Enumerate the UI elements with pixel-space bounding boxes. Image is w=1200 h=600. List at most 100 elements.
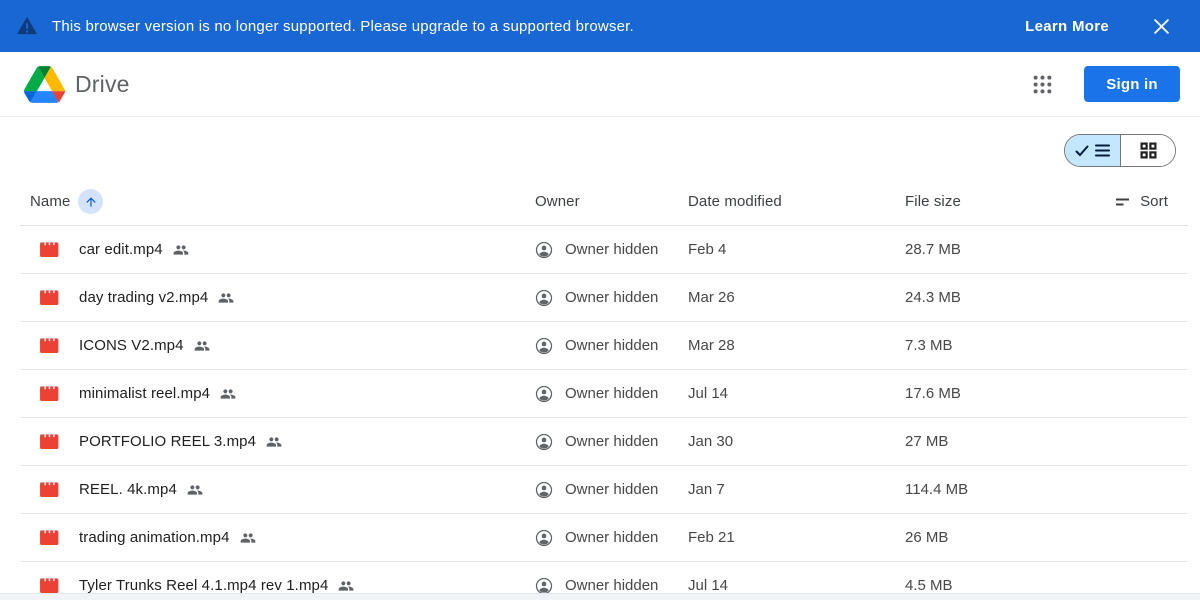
apps-grid-icon — [1033, 75, 1052, 94]
app-title: Drive — [75, 70, 130, 97]
file-row[interactable]: minimalist reel.mp4 Owner hidden Jul 14 … — [20, 370, 1188, 418]
file-name-cell: PORTFOLIO REEL 3.mp4 — [20, 433, 535, 450]
file-name: REEL. 4k.mp4 — [79, 481, 177, 498]
file-name: day trading v2.mp4 — [79, 289, 209, 306]
file-size-cell: 17.6 MB — [905, 385, 961, 402]
shared-people-icon — [218, 290, 234, 306]
owner-cell: Owner hidden — [535, 337, 688, 355]
video-file-icon — [40, 241, 59, 258]
shared-people-icon — [194, 338, 210, 354]
grid-view-icon — [1140, 142, 1157, 159]
column-header-owner: Owner — [535, 193, 688, 211]
owner-cell: Owner hidden — [535, 529, 688, 547]
file-name-cell: day trading v2.mp4 — [20, 289, 535, 306]
file-name: car edit.mp4 — [79, 241, 163, 258]
shared-people-icon — [240, 530, 256, 546]
date-modified-cell: Jul 14 — [688, 577, 729, 594]
table-header: Name Owner Date modified File size Sort — [20, 178, 1188, 226]
owner-label: Owner hidden — [565, 385, 659, 402]
app-header: Drive Sign in — [0, 52, 1200, 117]
file-list: car edit.mp4 Owner hidden Feb 4 28.7 MB — [20, 226, 1188, 600]
account-circle-icon — [535, 577, 553, 595]
warning-icon — [16, 16, 38, 36]
column-header-date-modified: Date modified — [688, 193, 905, 211]
file-name-cell: minimalist reel.mp4 — [20, 385, 535, 402]
file-name-cell: car edit.mp4 — [20, 241, 535, 258]
file-name-cell: trading animation.mp4 — [20, 529, 535, 546]
video-file-icon — [40, 289, 59, 306]
file-row[interactable]: PORTFOLIO REEL 3.mp4 Owner hidden Jan 30… — [20, 418, 1188, 466]
sort-direction-button[interactable] — [78, 189, 104, 214]
date-modified-cell: Feb 21 — [688, 529, 735, 546]
drive-logo-lockup[interactable]: Drive — [24, 65, 130, 103]
owner-label: Owner hidden — [565, 529, 659, 546]
file-size-column-label[interactable]: File size — [905, 193, 961, 210]
check-icon — [1075, 145, 1089, 157]
header-actions: Sign in — [1025, 66, 1180, 102]
shared-people-icon — [187, 482, 203, 498]
file-table: Name Owner Date modified File size Sort — [0, 178, 1200, 600]
drive-logo — [24, 65, 65, 103]
file-row[interactable]: car edit.mp4 Owner hidden Feb 4 28.7 MB — [20, 226, 1188, 274]
owner-cell: Owner hidden — [535, 289, 688, 307]
video-file-icon — [40, 481, 59, 498]
file-row[interactable]: REEL. 4k.mp4 Owner hidden Jan 7 114.4 MB — [20, 466, 1188, 514]
owner-cell: Owner hidden — [535, 385, 688, 403]
date-modified-cell: Jul 14 — [688, 385, 729, 402]
owner-cell: Owner hidden — [535, 241, 688, 259]
view-toggle — [1064, 134, 1176, 167]
file-size-cell: 28.7 MB — [905, 241, 961, 258]
column-header-name: Name — [20, 189, 535, 214]
owner-label: Owner hidden — [565, 577, 659, 594]
name-column-label[interactable]: Name — [30, 193, 70, 210]
file-row[interactable]: day trading v2.mp4 Owner hidden Mar 26 2… — [20, 274, 1188, 322]
owner-cell: Owner hidden — [535, 433, 688, 451]
owner-column-label[interactable]: Owner — [535, 193, 580, 210]
owner-label: Owner hidden — [565, 433, 659, 450]
list-view-icon — [1095, 144, 1110, 157]
list-view-button[interactable] — [1065, 135, 1120, 166]
learn-more-button[interactable]: Learn More — [1025, 18, 1109, 35]
grid-view-button[interactable] — [1120, 135, 1175, 166]
shared-people-icon — [173, 242, 189, 258]
banner-actions: Learn More — [1025, 16, 1172, 37]
close-icon — [1153, 18, 1170, 35]
file-size-cell: 27 MB — [905, 433, 949, 450]
video-file-icon — [40, 529, 59, 546]
file-name-cell: REEL. 4k.mp4 — [20, 481, 535, 498]
column-header-file-size: File size — [905, 193, 1116, 211]
file-size-cell: 114.4 MB — [905, 481, 969, 498]
arrow-up-icon — [84, 195, 98, 209]
date-modified-column-label[interactable]: Date modified — [688, 193, 782, 210]
file-row[interactable]: trading animation.mp4 Owner hidden Feb 2… — [20, 514, 1188, 562]
date-modified-cell: Jan 30 — [688, 433, 734, 450]
sort-menu-button[interactable]: Sort — [1116, 193, 1188, 210]
owner-label: Owner hidden — [565, 289, 659, 306]
file-size-cell: 24.3 MB — [905, 289, 961, 306]
date-modified-cell: Jan 7 — [688, 481, 725, 498]
list-toolbar — [0, 117, 1200, 178]
video-file-icon — [40, 337, 59, 354]
file-name: Tyler Trunks Reel 4.1.mp4 rev 1.mp4 — [79, 577, 329, 594]
account-circle-icon — [535, 433, 553, 451]
file-row[interactable]: ICONS V2.mp4 Owner hidden Mar 28 7.3 MB — [20, 322, 1188, 370]
file-name: minimalist reel.mp4 — [79, 385, 211, 402]
sign-in-button[interactable]: Sign in — [1084, 66, 1180, 102]
google-apps-button[interactable] — [1025, 67, 1060, 102]
bottom-scroll-strip — [0, 593, 1200, 600]
file-name-cell: ICONS V2.mp4 — [20, 337, 535, 354]
banner-close-button[interactable] — [1151, 16, 1172, 37]
file-name: PORTFOLIO REEL 3.mp4 — [79, 433, 257, 450]
owner-label: Owner hidden — [565, 337, 659, 354]
video-file-icon — [40, 385, 59, 402]
account-circle-icon — [535, 241, 553, 259]
file-name-cell: Tyler Trunks Reel 4.1.mp4 rev 1.mp4 — [20, 577, 535, 594]
shared-people-icon — [220, 386, 236, 402]
date-modified-cell: Feb 4 — [688, 241, 727, 258]
account-circle-icon — [535, 529, 553, 547]
owner-label: Owner hidden — [565, 241, 659, 258]
account-circle-icon — [535, 385, 553, 403]
shared-people-icon — [266, 434, 282, 450]
file-size-cell: 26 MB — [905, 529, 949, 546]
browser-deprecation-banner: This browser version is no longer suppor… — [0, 0, 1200, 52]
